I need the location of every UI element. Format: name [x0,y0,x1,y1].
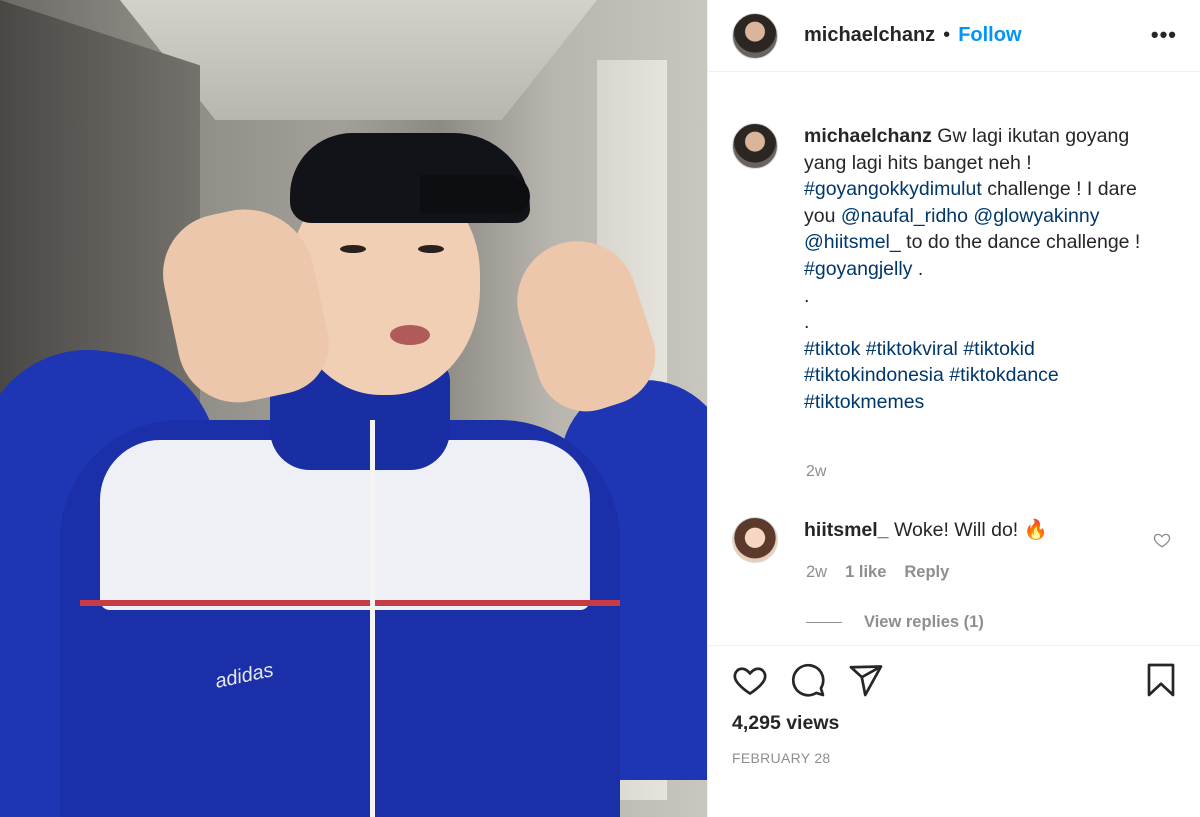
post-date[interactable]: FEBRUARY 28 [732,750,831,766]
hashtag-link[interactable]: #tiktokviral [866,338,958,360]
share-icon[interactable] [848,662,884,698]
caption-username[interactable]: michaelchanz [804,125,932,147]
post-video[interactable]: adidas [0,0,707,817]
comments-area[interactable]: michaelchanz Gw lagi ikutan goyang yang … [708,73,1200,645]
hashtag-link[interactable]: #tiktok [804,338,860,360]
comment-item: hiitsmel_ Woke! Will do! 🔥 [732,517,1177,563]
eye [340,245,366,253]
jacket-stripe [80,600,620,606]
post-sidebar: michaelchanz • Follow ••• michaelchanz G… [707,0,1200,817]
comment-meta: 2w 1 like Reply [806,563,949,582]
cap-brim [420,175,530,213]
caption-text: michaelchanz Gw lagi ikutan goyang yang … [804,123,1164,416]
caption: michaelchanz Gw lagi ikutan goyang yang … [732,123,1164,416]
comment-time[interactable]: 2w [806,563,827,582]
caption-time[interactable]: 2w [806,463,826,481]
like-comment-icon[interactable] [1153,531,1171,549]
more-icon[interactable]: ••• [1151,22,1177,48]
hashtag-link[interactable]: #tiktokdance [949,364,1059,386]
avatar[interactable] [732,123,778,169]
hashtag-link[interactable]: #tiktokindonesia [804,364,944,386]
post-header: michaelchanz • Follow ••• [708,0,1200,72]
comment-username[interactable]: hiitsmel_ [804,519,889,541]
caption-dot: . [804,311,810,334]
divider-line [806,622,842,623]
mention-link[interactable]: @hiitsmel_ [804,231,901,253]
mention-link[interactable]: @naufal_ridho [841,205,968,227]
caption-part: . [912,257,924,280]
hashtag-link[interactable]: #goyangokkydimulut [804,178,982,200]
mention-link[interactable]: @glowyakinny [973,205,1099,227]
views-count[interactable]: 4,295 views [732,712,839,735]
header-username[interactable]: michaelchanz [804,24,935,47]
person-dancing: adidas [0,0,707,817]
reply-button[interactable]: Reply [904,563,949,582]
mouth [390,325,430,345]
hashtag-link[interactable]: #tiktokid [963,338,1035,360]
caption-dot: . [804,284,810,307]
view-replies-label: View replies (1) [864,613,984,631]
zipper [370,420,375,817]
caption-part: to do the dance challenge ! [900,231,1141,254]
comment-body: hiitsmel_ Woke! Will do! 🔥 [804,517,1048,563]
hashtag-link[interactable]: #goyangjelly [804,258,912,280]
comment-icon[interactable] [790,662,826,698]
hashtag-link[interactable]: #tiktokmemes [804,391,924,413]
avatar[interactable] [732,12,778,59]
view-replies-button[interactable]: View replies (1) [806,613,984,632]
follow-button[interactable]: Follow [958,24,1021,47]
bookmark-icon[interactable] [1143,662,1179,698]
comment-text: Woke! Will do! 🔥 [888,519,1048,541]
comment-likes[interactable]: 1 like [845,563,886,582]
avatar[interactable] [732,517,778,563]
heart-icon[interactable] [732,662,768,698]
action-bar: 4,295 views FEBRUARY 28 [708,645,1200,817]
eye [418,245,444,253]
separator-dot: • [943,24,951,46]
